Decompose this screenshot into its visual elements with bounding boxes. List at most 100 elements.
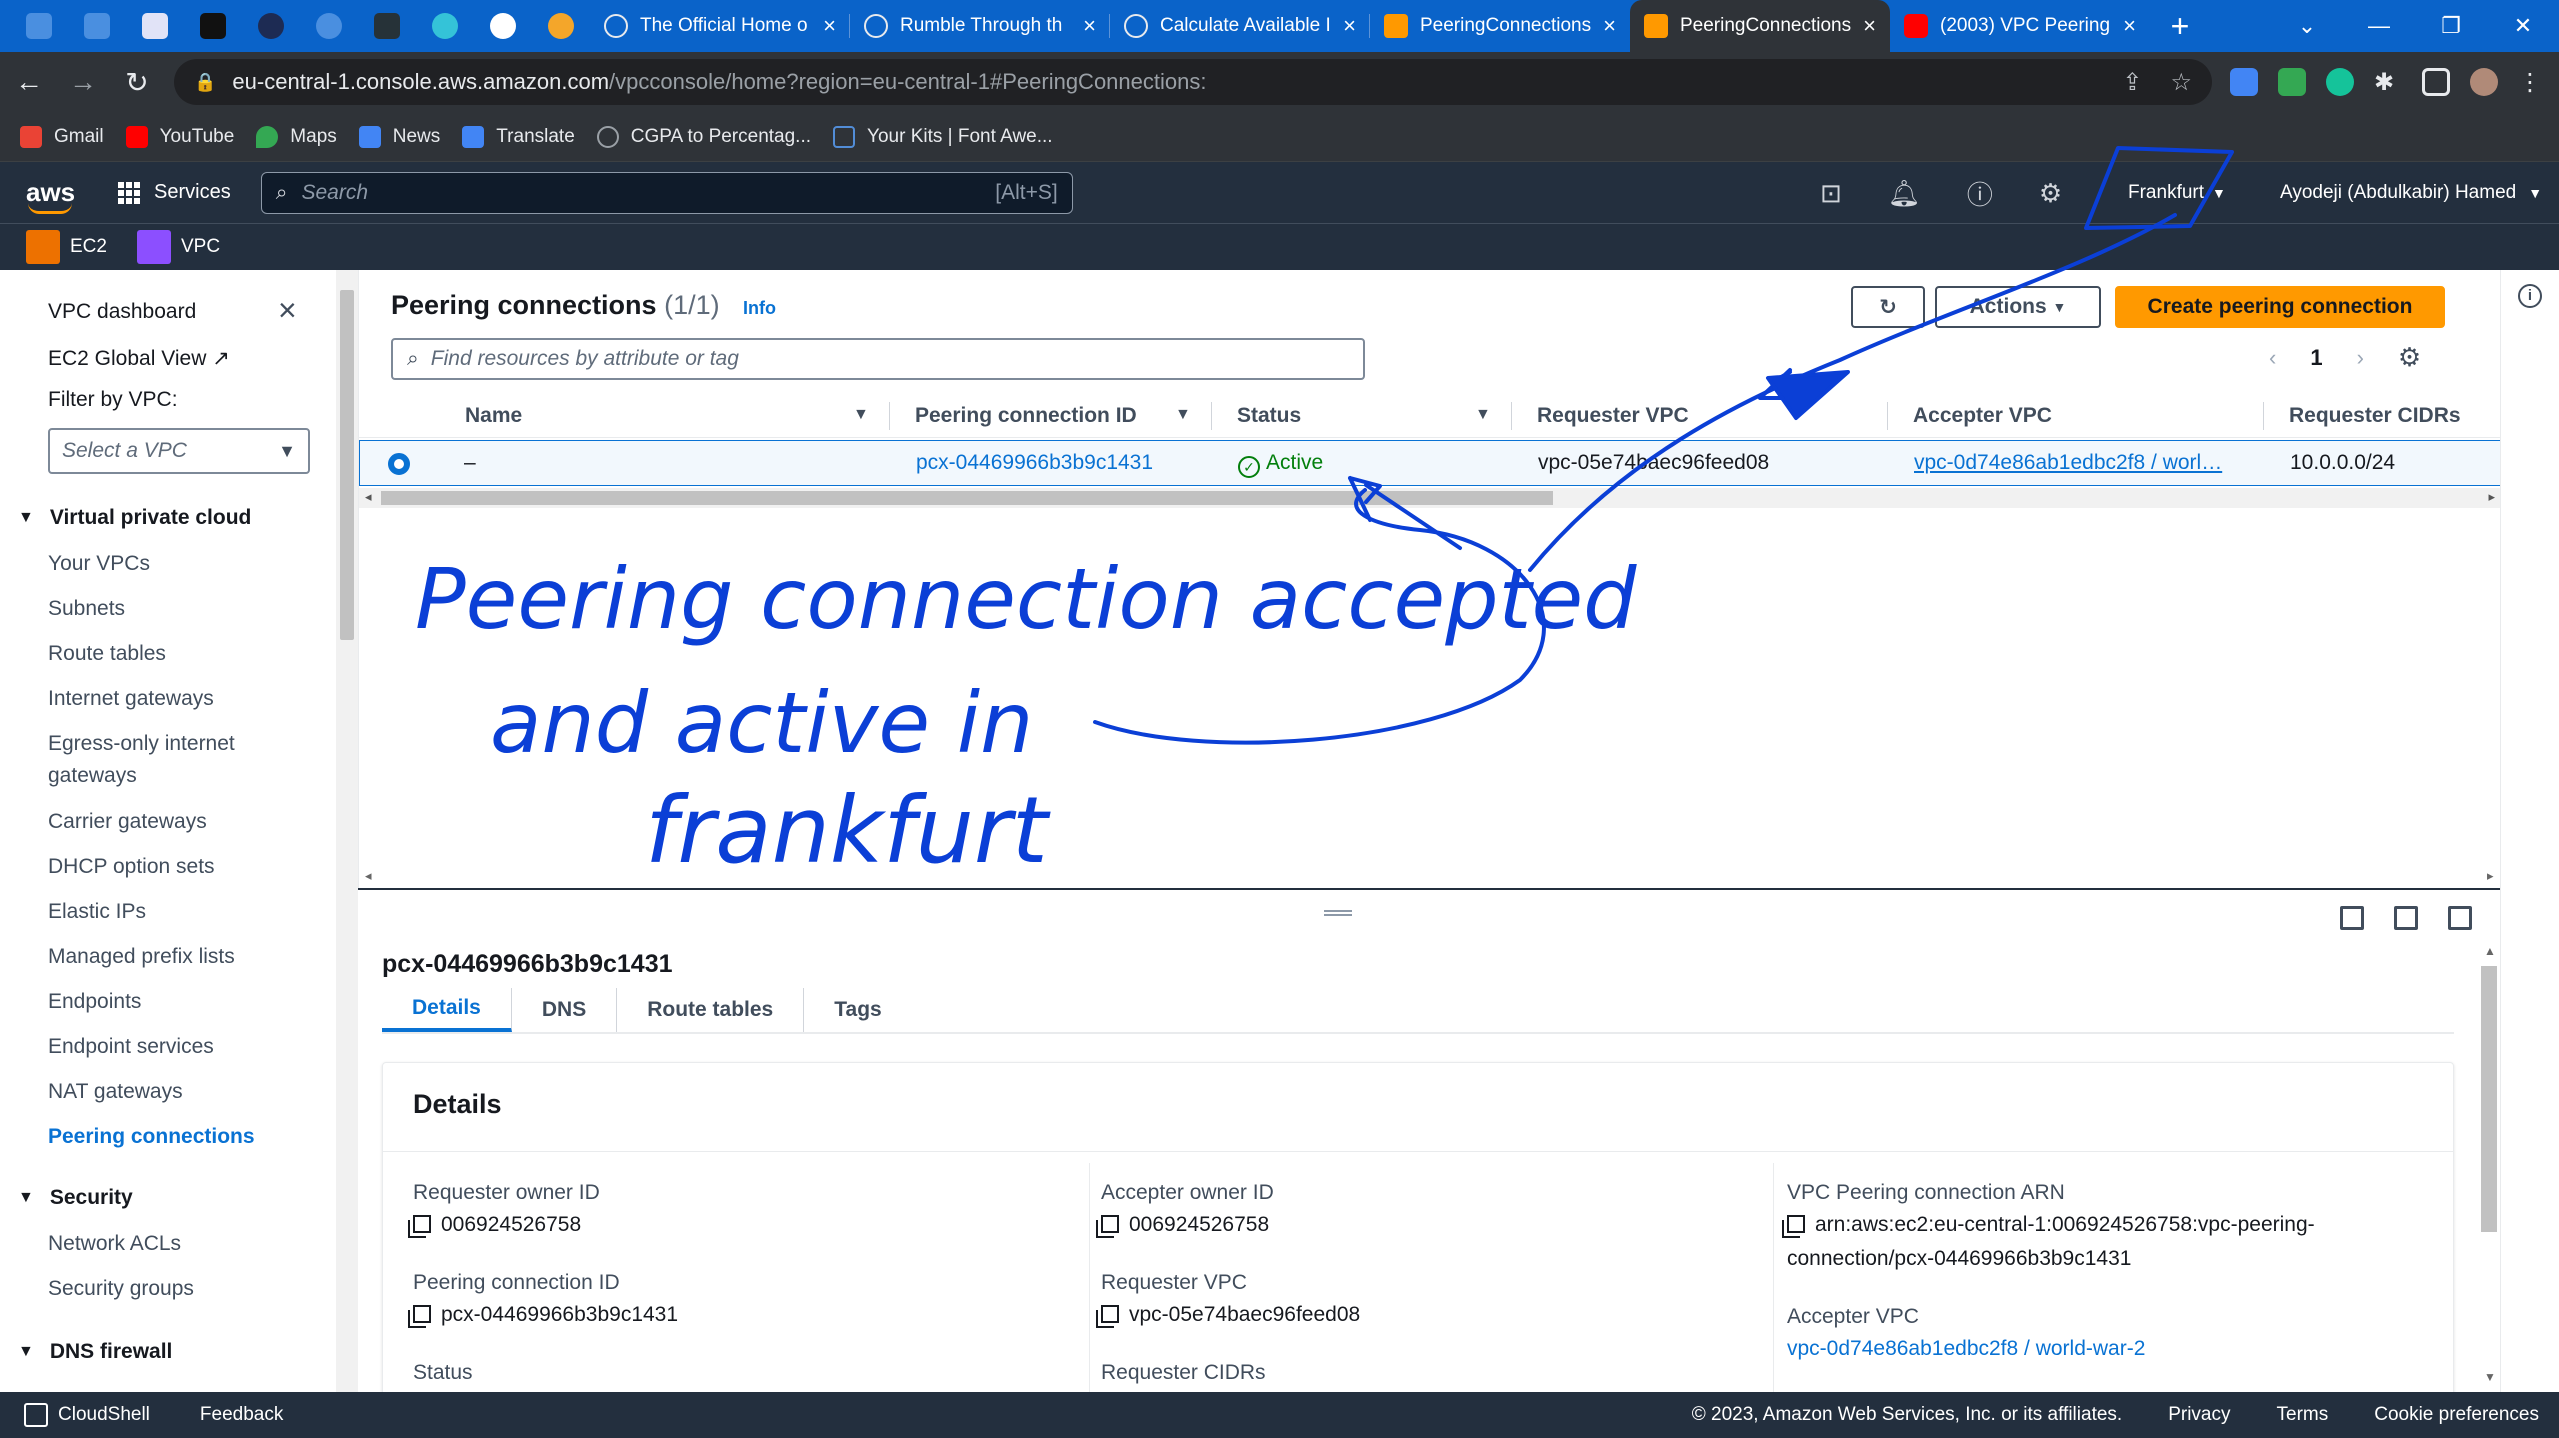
bookmark-star-icon[interactable]: ☆ xyxy=(2170,68,2192,97)
tab-route-tables[interactable]: Route tables xyxy=(617,988,805,1032)
scroll-right-icon[interactable]: ▸ xyxy=(2488,489,2495,505)
nav-network-acls[interactable]: Network ACLs xyxy=(48,1232,181,1256)
nav-carrier-gateways[interactable]: Carrier gateways xyxy=(48,810,207,834)
reload-icon[interactable]: ↻ xyxy=(112,57,162,107)
account-menu[interactable]: Ayodeji (Abdulkabir) Hamed ▼ xyxy=(2280,162,2542,224)
nav-peering-connections[interactable]: Peering connections xyxy=(48,1125,255,1149)
close-icon[interactable]: × xyxy=(1343,13,1356,39)
aws-logo[interactable]: aws xyxy=(26,177,98,214)
tab-tags[interactable]: Tags xyxy=(804,988,911,1032)
scroll-left-icon[interactable]: ◂ xyxy=(365,489,372,505)
pinned-tab[interactable] xyxy=(300,0,358,52)
scrollbar-thumb[interactable] xyxy=(381,491,1553,505)
bookmark-maps[interactable]: Maps xyxy=(256,125,337,148)
copy-icon[interactable] xyxy=(1101,1305,1119,1323)
nav-security-groups[interactable]: Security groups xyxy=(48,1277,194,1301)
bookmark-translate[interactable]: Translate xyxy=(462,125,575,148)
close-window-button[interactable]: ✕ xyxy=(2487,0,2559,52)
scroll-down-icon[interactable]: ▼ xyxy=(2484,1370,2496,1384)
column-divider[interactable] xyxy=(1511,402,1512,430)
close-icon[interactable]: × xyxy=(1083,13,1096,39)
resize-handle[interactable] xyxy=(1324,910,1352,916)
tab-dns[interactable]: DNS xyxy=(512,988,618,1032)
extension-icon[interactable] xyxy=(2278,68,2306,96)
forward-icon[interactable]: → xyxy=(58,57,108,107)
sidepanel-icon[interactable] xyxy=(2422,68,2450,96)
close-icon[interactable]: × xyxy=(1603,13,1616,39)
puzzle-icon[interactable]: ✱ xyxy=(2374,68,2402,96)
minimize-button[interactable]: — xyxy=(2343,0,2415,52)
restore-button[interactable]: ❐ xyxy=(2415,0,2487,52)
sort-icon[interactable]: ▼ xyxy=(1175,406,1191,424)
nav-nat-gateways[interactable]: NAT gateways xyxy=(48,1080,183,1104)
tab-details[interactable]: Details xyxy=(382,988,512,1032)
bookmark-gmail[interactable]: Gmail xyxy=(20,125,104,148)
share-icon[interactable]: ⇪ xyxy=(2122,68,2142,97)
nav-endpoints[interactable]: Endpoints xyxy=(48,990,141,1014)
nav-egress-only-gateways[interactable]: Egress-only internet xyxy=(48,732,235,756)
vpc-filter-select[interactable]: Select a VPC ▼ xyxy=(48,428,310,474)
copy-icon[interactable] xyxy=(1101,1215,1119,1233)
close-icon[interactable]: × xyxy=(1863,13,1876,39)
bell-icon[interactable]: 🔔︎ xyxy=(1888,178,1921,209)
browser-tab[interactable]: PeeringConnections × xyxy=(1370,0,1630,52)
browser-tab[interactable]: The Official Home o × xyxy=(590,0,850,52)
tab-search-icon[interactable]: ⌄ xyxy=(2271,0,2343,52)
row-radio[interactable] xyxy=(388,453,410,475)
section-virtual-private-cloud[interactable]: ▼ Virtual private cloud xyxy=(18,506,251,530)
gear-icon[interactable]: ⚙ xyxy=(2039,178,2062,209)
pinned-tab[interactable] xyxy=(358,0,416,52)
copy-icon[interactable] xyxy=(1787,1215,1805,1233)
copy-icon[interactable] xyxy=(413,1215,431,1233)
favorite-ec2[interactable]: EC2 xyxy=(26,230,107,264)
section-dns-firewall[interactable]: ▼ DNS firewall xyxy=(18,1340,172,1364)
scrollbar-thumb[interactable] xyxy=(340,290,354,640)
nav-route-tables[interactable]: Route tables xyxy=(48,642,166,666)
close-icon[interactable]: × xyxy=(2123,13,2136,39)
find-resources-input[interactable]: ⌕ Find resources by attribute or tag xyxy=(391,338,1365,380)
col-peering-connection-id[interactable]: Peering connection ID xyxy=(915,404,1137,428)
services-menu[interactable]: Services xyxy=(118,181,231,204)
nav-internet-gateways[interactable]: Internet gateways xyxy=(48,687,214,711)
actions-button[interactable]: Actions ▼ xyxy=(1935,286,2101,328)
cell-accepter-vpc[interactable]: vpc-0d74e86ab1edbc2f8 / worl… xyxy=(1914,451,2222,475)
column-divider[interactable] xyxy=(889,402,890,430)
col-name[interactable]: Name xyxy=(465,404,522,428)
pinned-tab[interactable] xyxy=(416,0,474,52)
new-tab-button[interactable]: + xyxy=(2150,0,2210,52)
nav-dhcp-option-sets[interactable]: DHCP option sets xyxy=(48,855,215,879)
panel-bottom-icon[interactable] xyxy=(2340,906,2364,930)
scroll-left-icon[interactable]: ◂ xyxy=(365,868,372,884)
sort-icon[interactable]: ▼ xyxy=(853,406,869,424)
pinned-tab[interactable] xyxy=(532,0,590,52)
bookmark-news[interactable]: News xyxy=(358,125,440,148)
pinned-tab[interactable] xyxy=(184,0,242,52)
chevron-right-icon[interactable]: › xyxy=(2357,345,2364,371)
browser-tab[interactable]: Rumble Through th × xyxy=(850,0,1110,52)
create-peering-connection-button[interactable]: Create peering connection xyxy=(2115,286,2445,328)
table-row[interactable]: – pcx-04469966b3b9c1431 ✓ Active vpc-05e7… xyxy=(359,440,2501,486)
cookie-preferences-link[interactable]: Cookie preferences xyxy=(2374,1404,2539,1426)
panel-hide-icon[interactable] xyxy=(2448,906,2472,930)
gear-icon[interactable]: ⚙ xyxy=(2398,342,2421,373)
column-divider[interactable] xyxy=(2263,402,2264,430)
nav-managed-prefix-lists[interactable]: Managed prefix lists xyxy=(48,945,235,969)
pinned-tab[interactable] xyxy=(474,0,532,52)
more-menu-icon[interactable]: ⋮ xyxy=(2518,68,2546,96)
close-icon[interactable]: × xyxy=(278,292,297,329)
section-security[interactable]: ▼ Security xyxy=(18,1186,133,1210)
aws-search-input[interactable]: ⌕ Search [Alt+S] xyxy=(260,171,1073,214)
page-number[interactable]: 1 xyxy=(2310,345,2322,371)
address-bar[interactable]: 🔒 eu-central-1.console.aws.amazon.com/vp… xyxy=(174,59,2212,105)
help-icon[interactable]: ⓘ xyxy=(1967,175,1993,212)
back-icon[interactable]: ← xyxy=(4,57,54,107)
pinned-tab[interactable] xyxy=(10,0,68,52)
nav-ec2-global-view[interactable]: EC2 Global View ↗ xyxy=(48,346,230,371)
cloudshell-icon[interactable]: ⊡ xyxy=(1820,178,1842,209)
browser-tab[interactable]: (2003) VPC Peering × xyxy=(1890,0,2150,52)
pinned-tab[interactable] xyxy=(242,0,300,52)
nav-elastic-ips[interactable]: Elastic IPs xyxy=(48,900,146,924)
table-horizontal-scrollbar[interactable]: ◂ ▸ xyxy=(359,488,2501,508)
column-divider[interactable] xyxy=(1887,402,1888,430)
nav-subnets[interactable]: Subnets xyxy=(48,597,125,621)
